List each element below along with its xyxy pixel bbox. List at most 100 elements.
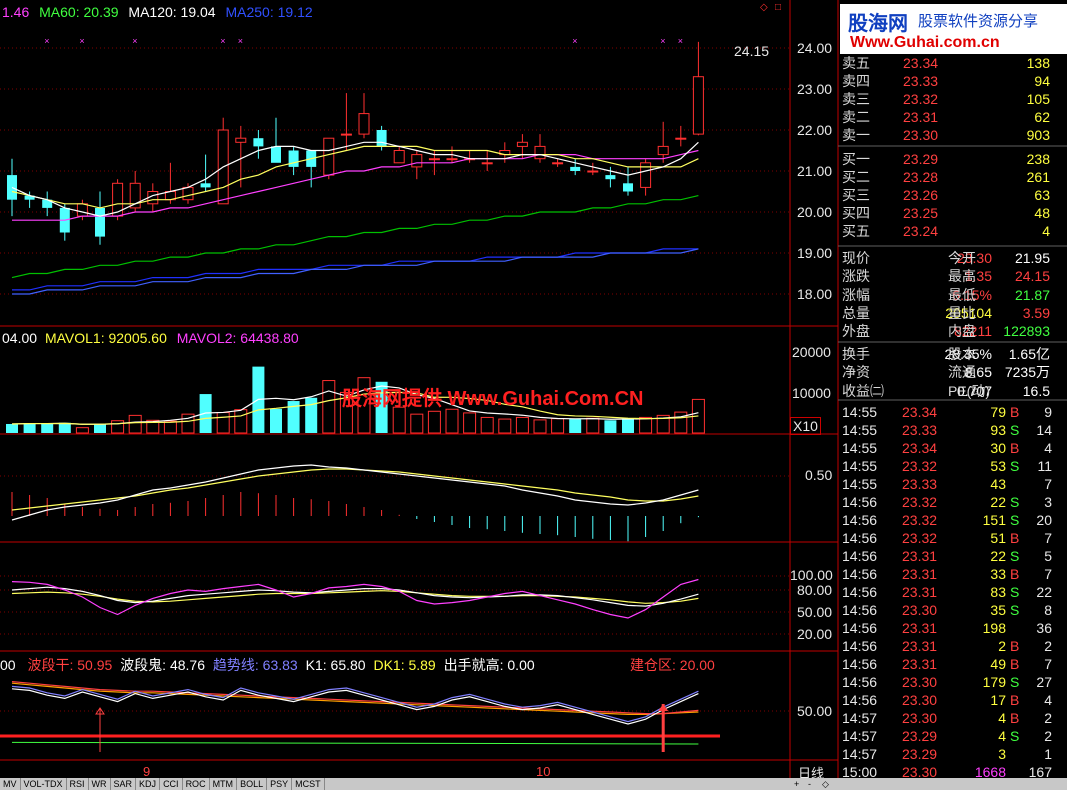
tick-row: 14:56 23.30 17 B 4 [840, 691, 1052, 709]
candle-body [253, 138, 264, 147]
candle-body [288, 150, 299, 167]
tab-boll[interactable]: BOLL [237, 778, 268, 790]
tick-row: 14:56 23.31 33 B 7 [840, 565, 1052, 583]
window-icon[interactable]: □ [775, 2, 781, 13]
tab-roc[interactable]: ROC [183, 778, 210, 790]
tick-volume: 3 [998, 746, 1006, 762]
volume-bar [111, 420, 125, 434]
tick-price: 23.31 [902, 548, 938, 564]
buy-volume: 238 [1026, 151, 1050, 167]
volume-bar [445, 408, 459, 434]
price-axis-label: 22.00 [797, 122, 833, 138]
buy-level-label: 买五 [842, 223, 870, 239]
quote-label: 内盘 [948, 323, 976, 339]
toggle-icon[interactable]: ◇ [822, 778, 829, 790]
order-book-sell-row: 卖二 23.31 62 [840, 108, 1050, 126]
sell-price: 23.34 [903, 55, 939, 71]
tick-volume: 30 [990, 440, 1006, 456]
buy-volume: 4 [1042, 223, 1050, 239]
buy-volume: 48 [1034, 205, 1050, 221]
tab-psy[interactable]: PSY [267, 778, 293, 790]
tab-kdj[interactable]: KDJ [136, 778, 161, 790]
sell-level-label: 卖五 [842, 55, 870, 71]
buy-volume: 261 [1026, 169, 1050, 185]
tick-price: 23.30 [902, 710, 938, 726]
tick-row: 14:56 23.30 179 S 27 [840, 673, 1052, 691]
tick-price: 23.30 [902, 692, 938, 708]
quote-label: 净资 [842, 364, 870, 380]
volume-bar [622, 419, 634, 433]
volume-bar [75, 427, 89, 434]
tab-wr[interactable]: WR [89, 778, 111, 790]
quote-label: 最高 [948, 268, 976, 284]
tab-cci[interactable]: CCI [160, 778, 183, 790]
tick-row: 14:56 23.31 22 S 5 [840, 547, 1052, 565]
tick-count: 167 [1028, 764, 1052, 780]
candle-body [481, 162, 493, 165]
zoom-in-icon[interactable]: + [794, 778, 799, 790]
tab-mcst[interactable]: MCST [292, 778, 325, 790]
tick-price: 23.31 [902, 566, 938, 582]
tick-price: 23.30 [902, 764, 938, 780]
quote-row: 总量 205104 量比 3.59 [840, 304, 1050, 322]
buy-level-label: 买三 [842, 187, 870, 203]
ma120-value: MA120: 19.04 [128, 4, 216, 20]
tick-side: B [1010, 710, 1020, 726]
sell-price: 23.30 [903, 127, 939, 143]
volume-bar [427, 410, 441, 434]
diamond-icon[interactable]: ◇ [760, 2, 768, 13]
quote-value: 122893 [1003, 323, 1050, 339]
candle-body [182, 186, 194, 201]
tick-price: 23.30 [902, 674, 938, 690]
tab-rsi[interactable]: RSI [67, 778, 89, 790]
tick-count: 8 [1044, 602, 1052, 618]
quote-value: 7235万 [1004, 364, 1050, 380]
tab-mtm[interactable]: MTM [210, 778, 238, 790]
marker-x: × [44, 36, 49, 46]
sell-price: 23.32 [903, 91, 939, 107]
tab-mv[interactable]: MV [0, 778, 21, 790]
tick-count: 22 [1036, 584, 1052, 600]
volume-bar [639, 416, 653, 434]
tick-side: S [1010, 512, 1020, 528]
quote-label: 收益㈡ [842, 383, 884, 399]
logo-brand: 股海网 [848, 13, 908, 35]
tick-row: 14:56 23.32 151 S 20 [840, 511, 1052, 529]
volume-bar [586, 417, 600, 434]
ma-legend: 1.46 MA60: 20.39 MA120: 19.04 MA250: 19.… [2, 4, 313, 20]
macd-axis-label: 0.50 [805, 467, 833, 483]
tick-time: 14:55 [842, 476, 878, 492]
sell-level-label: 卖四 [842, 73, 870, 89]
tick-side: S [1010, 548, 1020, 564]
tab-sar[interactable]: SAR [111, 778, 137, 790]
tab-vol-tdx[interactable]: VOL-TDX [21, 778, 67, 790]
ma250-value: MA250: 19.12 [225, 4, 313, 20]
zoom-out-icon[interactable]: - [808, 778, 811, 790]
buy-level-label: 买四 [842, 205, 870, 221]
tick-side: B [1010, 692, 1020, 708]
indicator-k1-line [11, 688, 699, 725]
tick-time: 14:57 [842, 710, 878, 726]
price-axis-label: 18.00 [797, 286, 833, 302]
tick-price: 23.30 [902, 602, 938, 618]
volume-scale-label: X10 [790, 417, 821, 435]
tick-side: S [1010, 422, 1020, 438]
tick-row: 14:56 23.30 35 S 8 [840, 601, 1052, 619]
tick-time: 14:56 [842, 584, 878, 600]
tick-volume: 51 [990, 530, 1006, 546]
sell-volume: 105 [1026, 91, 1050, 107]
buy-level-label: 买一 [842, 151, 870, 167]
tick-price: 23.31 [902, 584, 938, 600]
indicator-dk1-line [11, 741, 699, 745]
tick-count: 4 [1044, 440, 1052, 456]
indicator-wave-dry-line [11, 681, 699, 715]
order-book-buy-row: 买二 23.28 261 [840, 168, 1050, 186]
wave-dry-value: 波段干: 50.95 [27, 657, 113, 673]
volume-bar [216, 412, 230, 434]
volume-axis-label: 10000 [792, 385, 831, 401]
volume-bar [322, 380, 336, 434]
tick-side: B [1010, 404, 1020, 420]
tick-volume: 198 [982, 620, 1006, 636]
order-book-buy-row: 买四 23.25 48 [840, 204, 1050, 222]
tick-price: 23.33 [902, 476, 938, 492]
